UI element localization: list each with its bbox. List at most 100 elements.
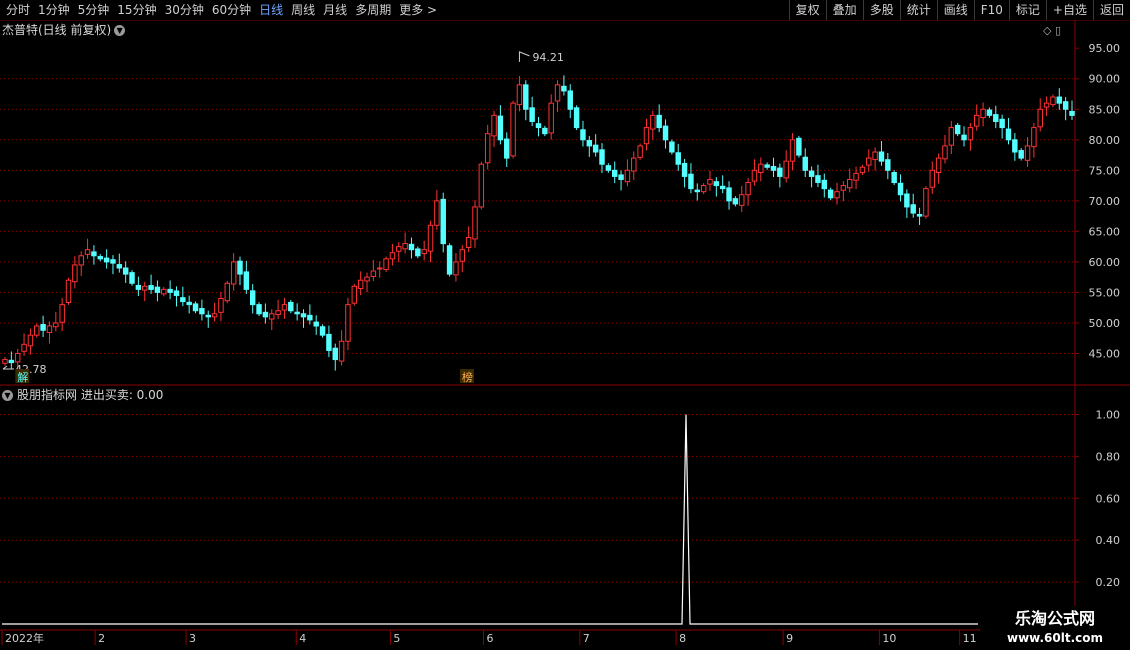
low-pointer bbox=[2, 365, 14, 370]
candle-body bbox=[916, 214, 923, 217]
candle-body bbox=[974, 114, 980, 127]
time-tick-label: 8 bbox=[679, 632, 686, 645]
candle-body bbox=[726, 187, 732, 202]
candle-body bbox=[459, 249, 466, 262]
candle-body bbox=[1005, 128, 1012, 141]
time-tick-label: 10 bbox=[882, 632, 896, 645]
candle-body bbox=[529, 107, 535, 122]
candle-body bbox=[611, 169, 618, 177]
candle-body bbox=[218, 298, 224, 313]
time-tick-label: 2 bbox=[98, 632, 105, 645]
candle-body bbox=[357, 279, 364, 290]
candle-body bbox=[116, 264, 123, 269]
candle-body bbox=[808, 170, 815, 177]
candle-body bbox=[758, 163, 764, 174]
watermark: 乐淘公式网 www.60lt.com bbox=[980, 606, 1130, 650]
time-tick-label: 6 bbox=[487, 632, 494, 645]
candle-body bbox=[326, 333, 332, 351]
candle-body bbox=[783, 160, 789, 179]
candle-body bbox=[40, 324, 46, 331]
candle-body bbox=[1031, 127, 1037, 148]
candle-body bbox=[142, 285, 148, 291]
candle-body bbox=[777, 167, 783, 177]
time-tick-label: 11 bbox=[963, 632, 977, 645]
candle-body bbox=[573, 107, 580, 129]
candle-body bbox=[561, 85, 567, 92]
candle-body bbox=[637, 145, 643, 158]
candle-body bbox=[516, 84, 523, 106]
price-tick-label: 95.00 bbox=[1089, 42, 1121, 55]
candle-body bbox=[249, 290, 256, 306]
price-tick-label: 70.00 bbox=[1089, 195, 1121, 208]
candle-body bbox=[167, 288, 173, 293]
candle-body bbox=[846, 178, 853, 189]
candle-body bbox=[592, 144, 599, 153]
high-pointer bbox=[518, 51, 530, 62]
candle-body bbox=[967, 127, 974, 141]
candle-body bbox=[34, 325, 40, 336]
candle-body bbox=[897, 182, 904, 196]
candle-body bbox=[700, 185, 707, 193]
candle-body bbox=[72, 264, 78, 283]
candle-body bbox=[1050, 96, 1056, 106]
candle-body bbox=[173, 290, 180, 296]
watermark-url: www.60lt.com bbox=[1006, 631, 1104, 645]
candle-body bbox=[751, 169, 758, 182]
candle-body bbox=[840, 185, 847, 191]
candle-body bbox=[497, 115, 504, 141]
candle-body bbox=[307, 314, 313, 321]
candle-body bbox=[491, 114, 497, 137]
candle-body bbox=[389, 252, 396, 260]
candle-body bbox=[192, 303, 199, 312]
candle-body bbox=[986, 109, 993, 116]
candle-body bbox=[885, 159, 891, 171]
candle-body bbox=[281, 304, 288, 311]
candle-body bbox=[535, 123, 542, 129]
candle-body bbox=[1056, 96, 1063, 104]
candle-body bbox=[21, 343, 27, 352]
candle-body bbox=[59, 304, 65, 323]
candle-body bbox=[427, 224, 434, 252]
candle-body bbox=[599, 149, 605, 165]
candle-body bbox=[929, 169, 935, 188]
candle-body bbox=[148, 285, 154, 290]
price-tick-label: 65.00 bbox=[1089, 225, 1121, 238]
signal-line bbox=[2, 414, 978, 625]
candle-body bbox=[910, 204, 916, 214]
candle-body bbox=[294, 311, 300, 315]
candle-body bbox=[923, 188, 929, 217]
candle-body bbox=[364, 276, 370, 282]
candle-body bbox=[1043, 102, 1050, 108]
candle-body bbox=[993, 114, 999, 122]
candle-body bbox=[434, 200, 440, 226]
candle-body bbox=[2, 359, 8, 364]
candle-body bbox=[789, 139, 796, 162]
stock-chart[interactable]: 95.00 90.00 85.00 80.00 75.00 70.00 65.00 60.00… bbox=[0, 0, 1130, 650]
price-tick-label: 60.00 bbox=[1089, 256, 1121, 269]
event-marker: 解 bbox=[17, 370, 28, 384]
candle-body bbox=[186, 301, 192, 306]
candle-body bbox=[103, 257, 110, 263]
candle-body bbox=[300, 313, 307, 318]
price-tick-label: 85.00 bbox=[1089, 103, 1121, 116]
candle-body bbox=[859, 166, 866, 174]
candle-body bbox=[408, 243, 415, 251]
indicator-tick-label: 1.00 bbox=[1096, 408, 1121, 421]
price-tick-label: 80.00 bbox=[1089, 134, 1121, 147]
candle-body bbox=[351, 285, 358, 304]
indicator-tick-label: 0.80 bbox=[1096, 450, 1121, 463]
candle-body bbox=[764, 164, 770, 168]
candle-body bbox=[1012, 139, 1018, 153]
candle-body bbox=[542, 127, 548, 135]
candle-body bbox=[338, 340, 345, 362]
candle-body bbox=[14, 352, 21, 363]
candle-body bbox=[230, 261, 237, 285]
candle-body bbox=[1037, 108, 1043, 128]
candle-body bbox=[935, 157, 942, 174]
time-tick-label: 7 bbox=[583, 632, 590, 645]
candle-body bbox=[472, 206, 478, 240]
candle-body bbox=[8, 359, 15, 364]
candle-body bbox=[453, 261, 459, 276]
candle-body bbox=[548, 102, 554, 134]
price-tick-label: 90.00 bbox=[1089, 73, 1121, 86]
